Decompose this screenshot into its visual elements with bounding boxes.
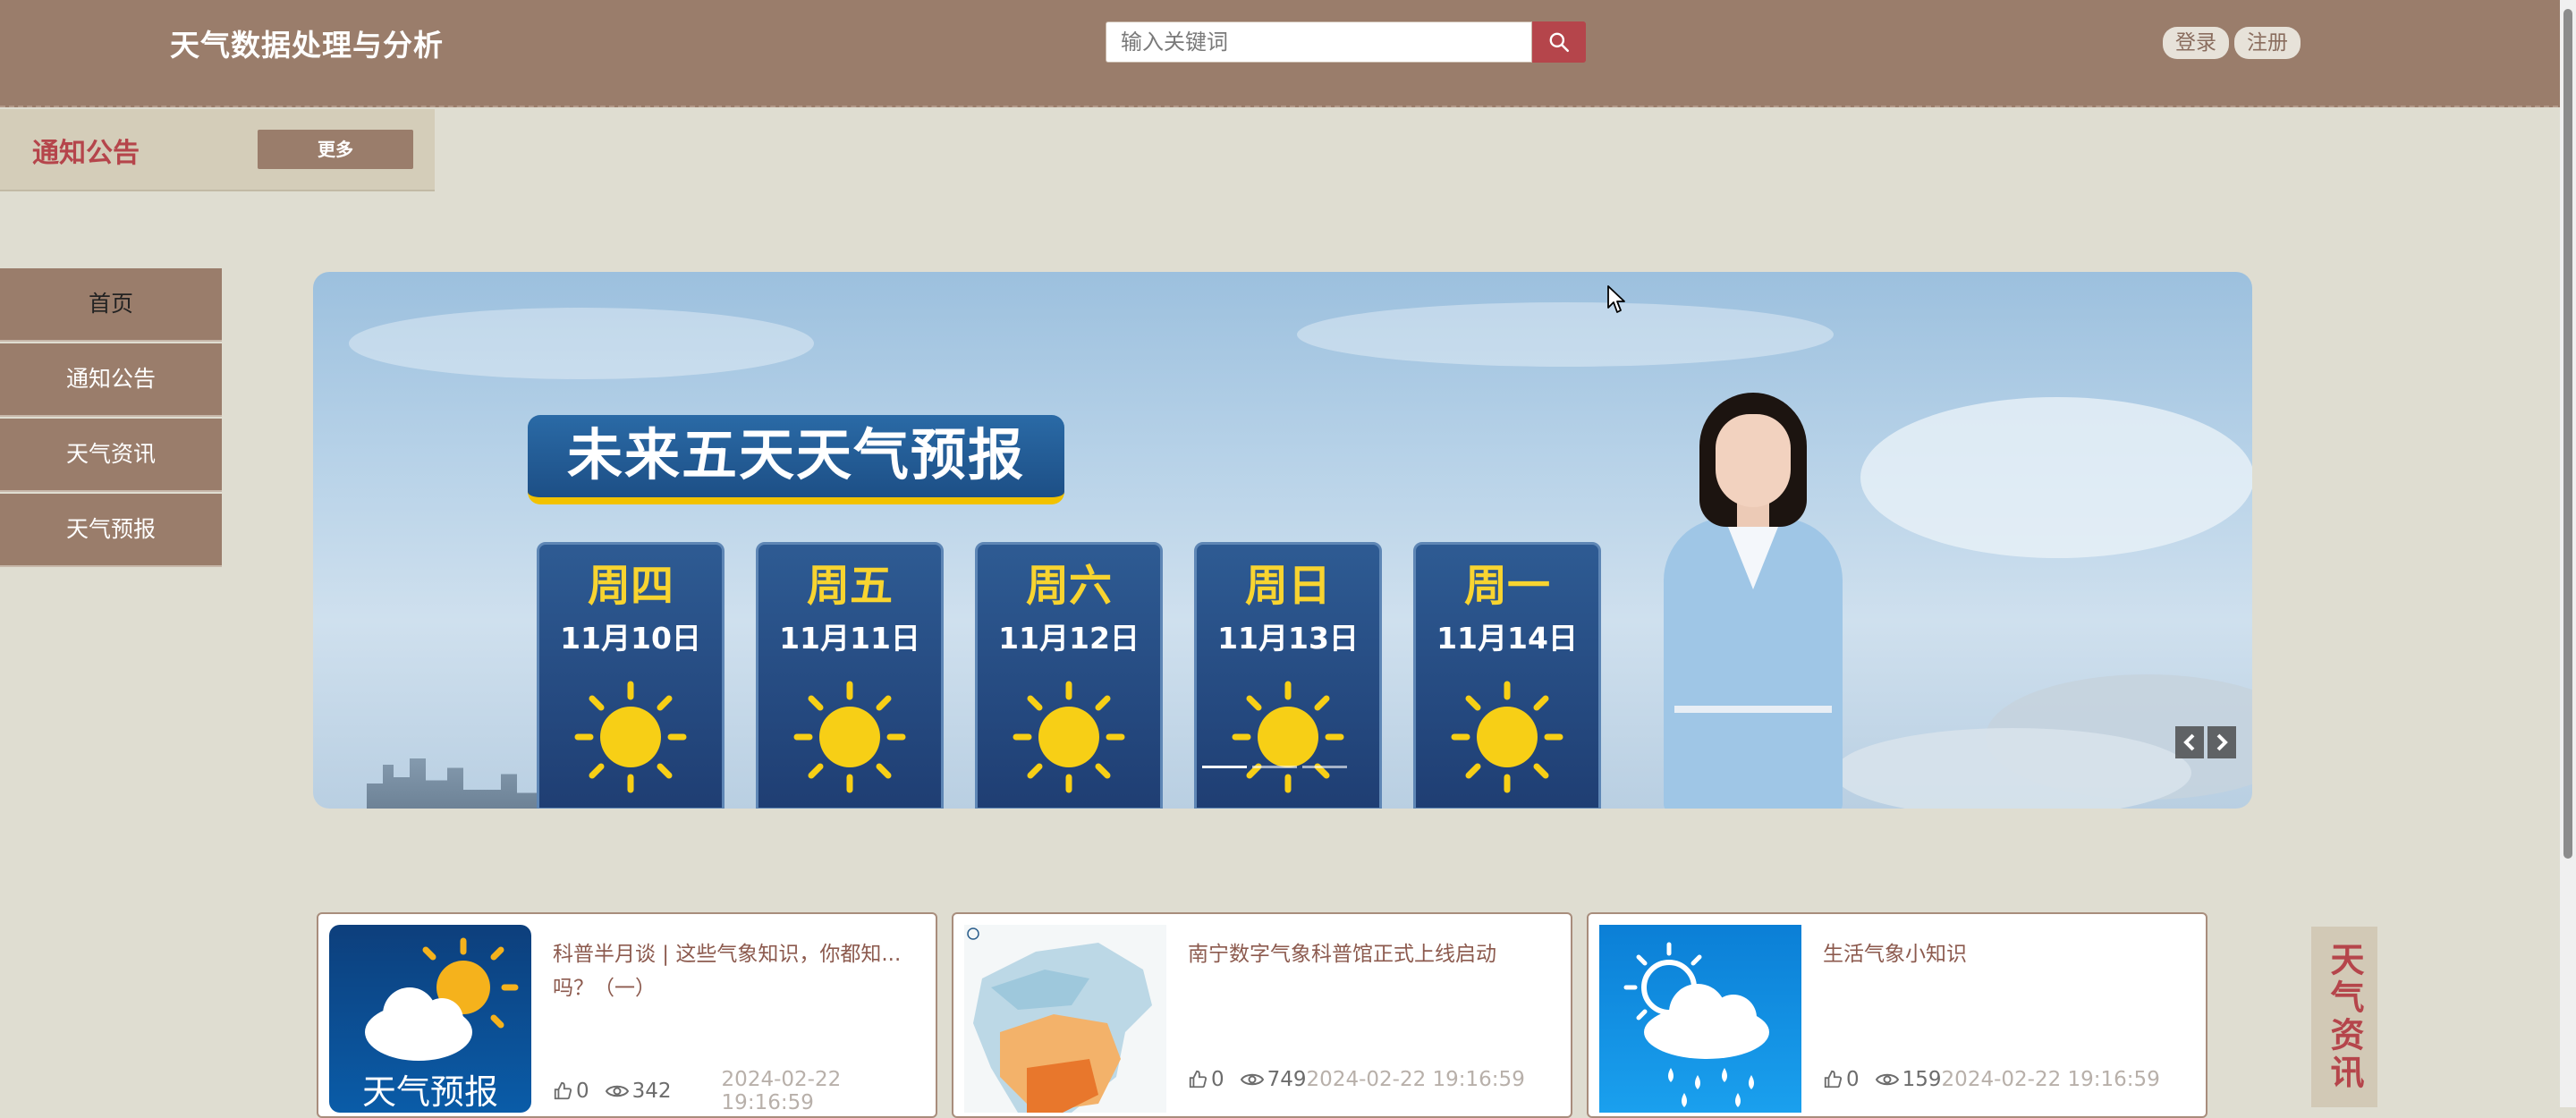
sun-icon [793,681,906,793]
forecast-day-card: 周六 11月12日 [975,542,1163,809]
presenter-image [1637,393,1869,809]
carousel-dot[interactable] [1302,766,1347,768]
nav-item-notices[interactable]: 通知公告 [0,343,222,415]
thumbs-up-icon[interactable] [553,1081,572,1101]
news-card[interactable]: 天气预报 科普半月谈 | 这些气象知识，你都知...吗？（一） 0 342 20… [317,912,937,1118]
news-date: 2024-02-22 19:16:59 [1941,1068,2160,1091]
news-title[interactable]: 科普半月谈 | 这些气象知识，你都知...吗？（一） [553,937,919,1005]
weather-news-tab[interactable]: 天气资讯 [2311,927,2377,1107]
eye-icon [605,1082,629,1100]
rain-sun-icon [1623,942,1769,1107]
notice-title: 通知公告 [32,138,140,169]
news-title[interactable]: 南宁数字气象科普馆正式上线启动 [1188,937,1555,971]
like-count: 0 [1211,1068,1224,1091]
news-meta: 0 749 2024-02-22 19:16:59 [1188,1068,1525,1091]
like-count: 0 [576,1080,589,1103]
day-name: 周一 [1463,561,1550,611]
sun-icon [574,681,687,793]
news-thumbnail: 天气预报 [329,925,531,1113]
forecast-day-card: 周一 11月14日 [1413,542,1601,809]
view-count: 342 [631,1080,672,1103]
auth-buttons: 登录 注册 [2163,27,2301,59]
news-thumbnail [1599,925,1801,1113]
nav-item-forecast[interactable]: 天气预报 [0,494,222,565]
sun-icon [1013,681,1125,793]
news-title[interactable]: 生活气象小知识 [1823,937,2190,971]
search-bar [1106,21,1586,63]
day-date: 11月12日 [998,621,1140,656]
day-name: 周五 [806,561,893,611]
carousel-dot[interactable] [1202,766,1247,768]
temperature-map-image [964,925,1166,1113]
search-button[interactable] [1532,21,1586,63]
sun-icon [1232,681,1344,793]
search-icon [1549,32,1570,53]
forecast-day-card: 周五 11月11日 [756,542,944,809]
thumbs-up-icon[interactable] [1188,1070,1208,1089]
news-card[interactable]: 南宁数字气象科普馆正式上线启动 0 749 2024-02-22 19:16:5… [952,912,1572,1118]
carousel-indicators [1202,766,1347,768]
weather-forecast-icon: 天气预报 [362,937,519,1112]
thumb-caption: 天气预报 [362,1072,498,1112]
news-meta: 0 342 2024-02-22 19:16:59 [553,1068,936,1114]
carousel-dot[interactable] [1252,766,1297,768]
page-scrollbar[interactable] [2560,0,2576,1107]
day-name: 周日 [1244,561,1331,611]
eye-icon [1240,1071,1264,1088]
search-input[interactable] [1106,21,1532,63]
forecast-day-card: 周四 11月10日 [537,542,724,809]
banner-carousel[interactable]: 未来五天天气预报 周四 11月10日 周五 11月11日 周六 11月12日 周… [313,272,2252,809]
day-date: 11月10日 [560,621,701,656]
side-nav: 首页 通知公告 天气资讯 天气预报 [0,268,222,569]
forecast-day-card: 周日 11月13日 [1194,542,1382,809]
notice-panel: 通知公告 更多 [0,109,435,191]
view-count: 159 [1902,1068,1942,1091]
news-card[interactable]: 生活气象小知识 0 159 2024-02-22 19:16:59 [1587,912,2207,1118]
banner-title: 未来五天天气预报 [528,415,1064,504]
top-header: 天气数据处理与分析 登录 注册 [0,0,2576,107]
eye-icon [1875,1071,1899,1088]
news-date: 2024-02-22 19:16:59 [1306,1068,1525,1091]
site-title: 天气数据处理与分析 [170,28,444,63]
thumbs-up-icon[interactable] [1823,1070,1843,1089]
news-date: 2024-02-22 19:16:59 [721,1068,842,1114]
news-meta: 0 159 2024-02-22 19:16:59 [1823,1068,2160,1091]
chevron-right-icon [2216,733,2228,751]
view-count: 749 [1267,1068,1307,1091]
day-name: 周六 [1025,561,1112,611]
sun-icon [1451,681,1563,793]
day-date: 11月13日 [1217,621,1359,656]
login-button[interactable]: 登录 [2163,27,2229,59]
nav-item-home[interactable]: 首页 [0,268,222,340]
news-thumbnail [964,925,1166,1113]
chevron-left-icon [2183,733,2195,751]
nav-item-weather-news[interactable]: 天气资讯 [0,419,222,490]
scrollbar-thumb[interactable] [2563,9,2572,859]
day-name: 周四 [587,561,674,611]
register-button[interactable]: 注册 [2234,27,2301,59]
like-count: 0 [1846,1068,1860,1091]
more-button[interactable]: 更多 [258,130,413,169]
mouse-cursor-icon [1607,285,1625,313]
carousel-prev-button[interactable] [2175,726,2204,758]
day-date: 11月11日 [779,621,920,656]
carousel-next-button[interactable] [2207,726,2236,758]
day-date: 11月14日 [1436,621,1578,656]
